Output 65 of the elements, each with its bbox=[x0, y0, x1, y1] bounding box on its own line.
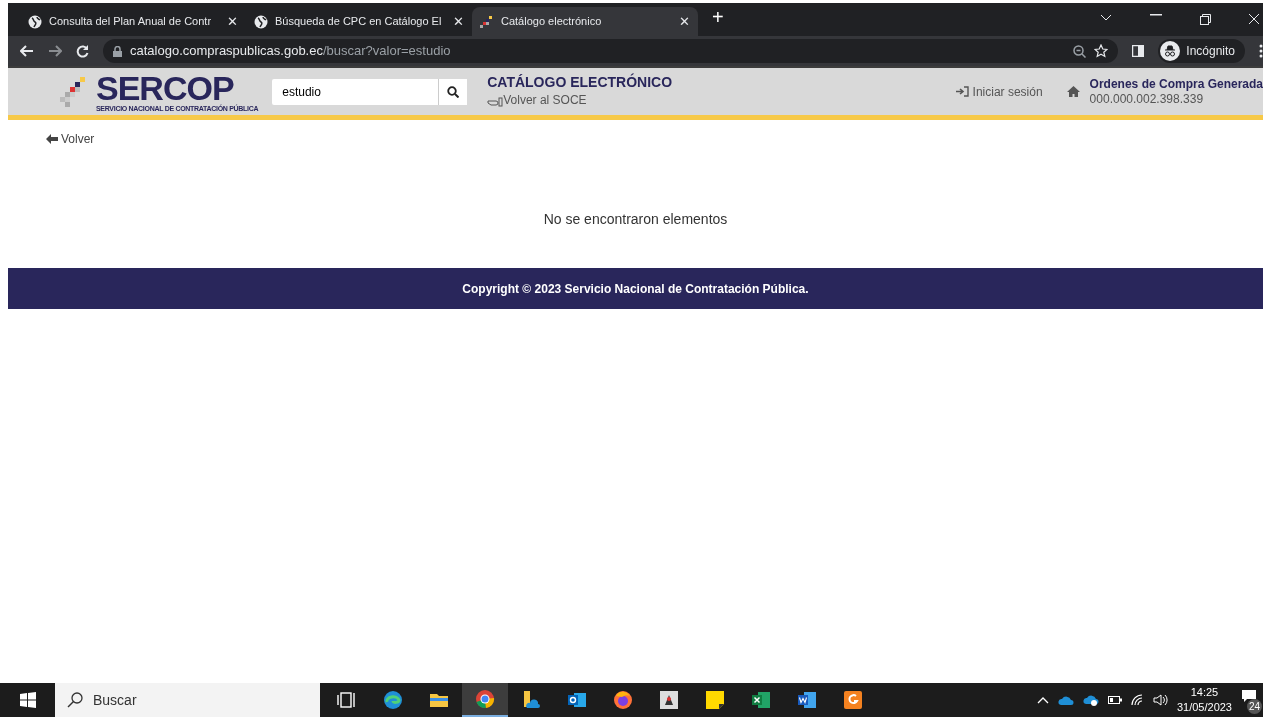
lock-icon bbox=[113, 45, 122, 57]
back-to-soce-link[interactable]: Volver al SOCE bbox=[487, 93, 587, 108]
search-button[interactable] bbox=[438, 78, 468, 105]
search-field[interactable]: estudio bbox=[272, 78, 439, 105]
task-view-icon bbox=[337, 690, 357, 710]
orders-count: 000.000.002.398.339 bbox=[1089, 91, 1205, 106]
battery-icon[interactable] bbox=[1107, 696, 1122, 704]
incognito-icon bbox=[1160, 41, 1181, 61]
browser-tab[interactable]: Consulta del Plan Anual de Contr ✕ bbox=[20, 7, 246, 36]
left-arrow-icon bbox=[46, 134, 58, 144]
cloud-icon[interactable] bbox=[1057, 695, 1074, 705]
cloud-sync-icon[interactable] bbox=[1082, 694, 1099, 706]
restore-icon[interactable] bbox=[1200, 14, 1211, 25]
taskbar-search-field[interactable]: Buscar bbox=[55, 683, 320, 717]
chrome-icon bbox=[475, 689, 495, 709]
close-button[interactable]: ✕ bbox=[453, 11, 464, 32]
document-app-icon bbox=[797, 690, 817, 710]
forward-arrow-icon[interactable] bbox=[48, 45, 62, 57]
close-button[interactable]: ✕ bbox=[227, 11, 238, 32]
address-bar[interactable]: catalogo.compraspublicas.gob.ec/buscar?valor=estudio bbox=[103, 39, 1119, 63]
pdf-app-icon bbox=[843, 690, 863, 710]
globe-icon bbox=[254, 14, 268, 29]
search-icon bbox=[67, 692, 83, 708]
coffee-app-icon bbox=[659, 690, 679, 710]
sign-in-icon bbox=[955, 86, 969, 97]
wifi-icon[interactable] bbox=[1130, 694, 1144, 706]
spreadsheet-icon bbox=[751, 690, 771, 710]
profile-button[interactable]: Incógnito bbox=[1158, 39, 1245, 63]
cloud-folder-icon bbox=[521, 690, 541, 710]
login-link[interactable]: Iniciar sesión bbox=[955, 82, 1043, 101]
globe-icon bbox=[28, 14, 42, 29]
home-icon bbox=[1066, 86, 1080, 97]
chevron-up-icon[interactable] bbox=[1036, 696, 1049, 704]
star-icon[interactable] bbox=[1094, 44, 1109, 58]
orders-label: Ordenes de Compra Generada bbox=[1089, 77, 1263, 92]
swirl-app-icon bbox=[383, 690, 403, 710]
windows-logo-icon bbox=[19, 692, 36, 708]
zoom-out-icon[interactable] bbox=[1073, 44, 1087, 58]
new-tab-button[interactable]: + bbox=[706, 1, 730, 33]
browser-tab[interactable]: Búsqueda de CPC en Catálogo El ✕ bbox=[246, 7, 472, 36]
back-link[interactable]: Volver bbox=[46, 130, 95, 148]
close-icon[interactable] bbox=[1249, 14, 1259, 24]
close-button[interactable]: ✕ bbox=[679, 11, 690, 32]
pixel-logo-icon bbox=[480, 14, 494, 29]
mail-app-icon bbox=[567, 690, 587, 710]
browser-tab[interactable]: Catálogo electrónico ✕ bbox=[472, 7, 698, 36]
copyright-footer: Copyright © 2023 Servicio Nacional de Contratación Pública. bbox=[8, 268, 1263, 309]
empty-message: No se encontraron elementos bbox=[542, 210, 729, 229]
back-arrow-icon[interactable] bbox=[20, 45, 34, 57]
sticky-note-icon bbox=[705, 690, 725, 710]
speaker-icon[interactable] bbox=[1152, 694, 1168, 706]
chevron-down-icon[interactable] bbox=[1100, 14, 1112, 22]
minimize-icon[interactable] bbox=[1150, 14, 1162, 16]
catalog-title: CATÁLOGO ELECTRÓNICO bbox=[487, 74, 673, 91]
taskbar-clock[interactable]: 14:25 31/05/2023 bbox=[1176, 685, 1232, 715]
reload-icon[interactable] bbox=[76, 44, 89, 58]
notifications-button[interactable]: 24 bbox=[1241, 683, 1263, 717]
more-menu-icon[interactable] bbox=[1259, 44, 1263, 58]
taskbar-app-button[interactable] bbox=[462, 683, 508, 717]
url-text: catalogo.compraspublicas.gob.ec/buscar?valor=estudio bbox=[130, 42, 451, 61]
search-icon bbox=[447, 85, 460, 98]
logo-text: SERCOP bbox=[96, 71, 234, 105]
message-icon bbox=[1241, 689, 1257, 703]
fox-globe-icon bbox=[613, 690, 633, 710]
side-panel-icon[interactable] bbox=[1132, 45, 1145, 57]
